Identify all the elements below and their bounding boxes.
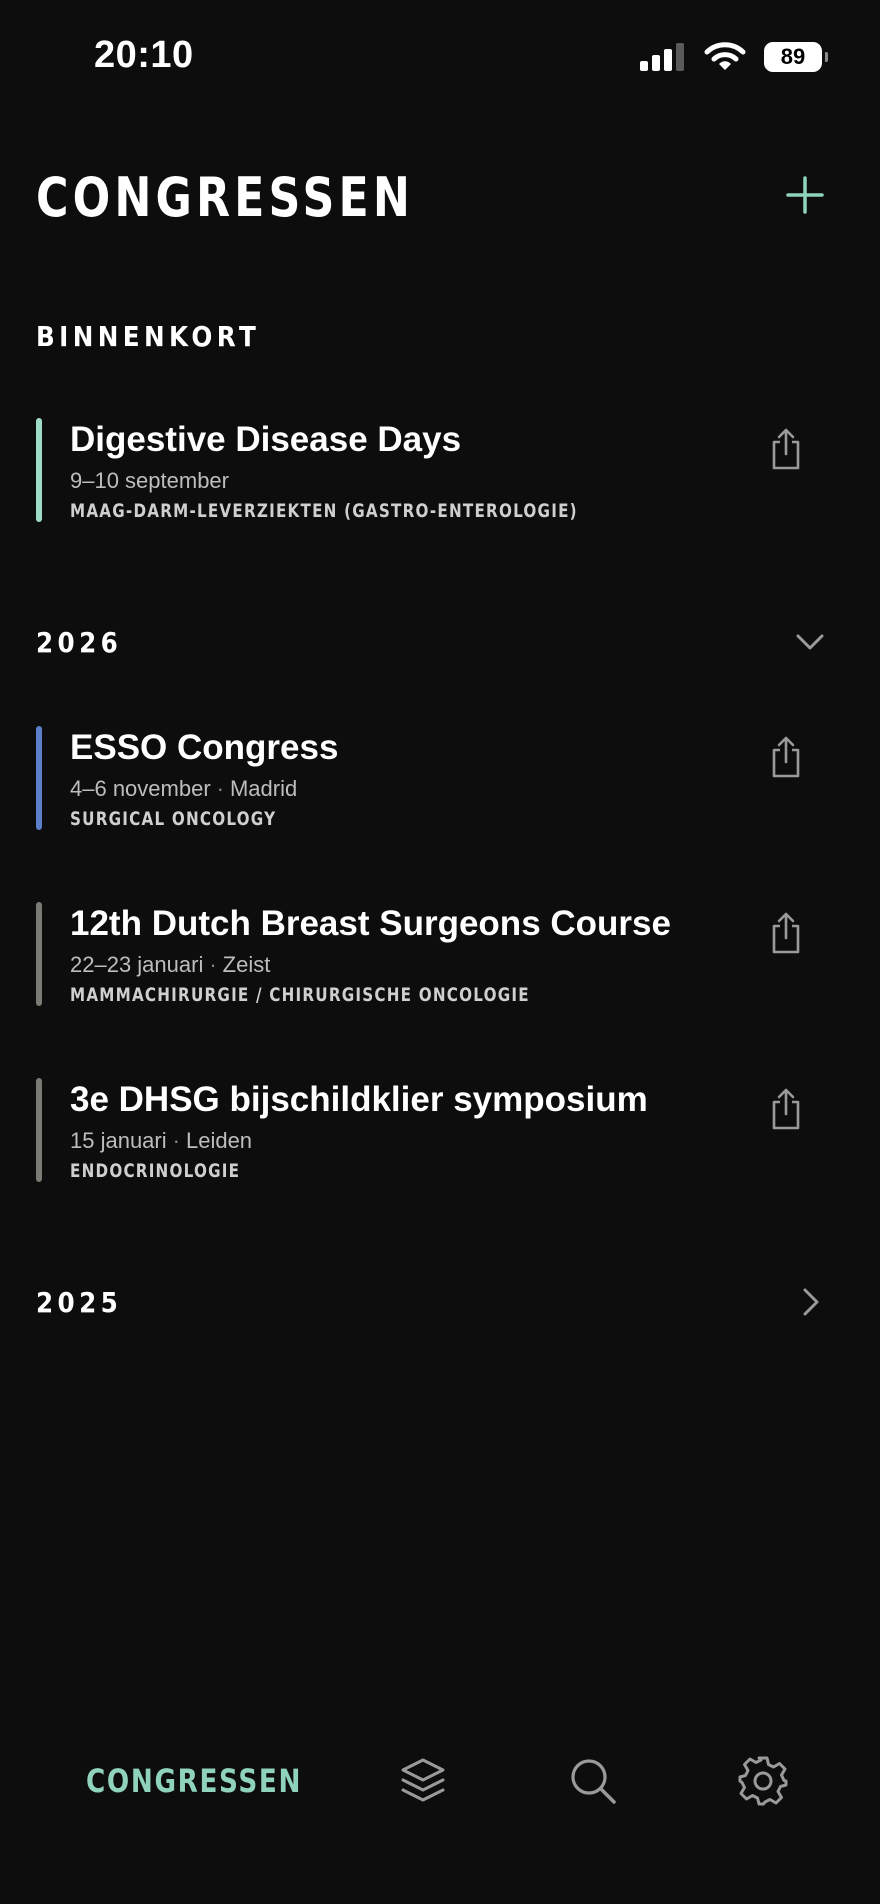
gear-icon xyxy=(738,1756,788,1806)
congress-item-dhsg-bijschildklier-symposium[interactable]: 3e DHSG bijschildklier symposium 15 janu… xyxy=(36,1078,840,1182)
section-header-2025: 2025 xyxy=(36,1286,123,1319)
congress-location: Madrid xyxy=(229,776,298,801)
status-bar: 20:10 89 xyxy=(0,0,880,110)
category-color-bar xyxy=(36,1078,42,1182)
share-button[interactable] xyxy=(766,734,806,780)
page-title: CONGRESSEN xyxy=(36,166,414,229)
status-time: 20:10 xyxy=(94,34,194,76)
tab-collections[interactable] xyxy=(396,1754,450,1808)
collapse-2026-button[interactable] xyxy=(790,622,830,662)
congress-item-esso-congress[interactable]: ESSO Congress 4–6 november · Madrid SURGIC… xyxy=(36,726,840,830)
share-icon xyxy=(772,1088,800,1130)
congress-title: ESSO Congress xyxy=(70,728,339,767)
congress-item-dutch-breast-surgeons-course[interactable]: 12th Dutch Breast Surgeons Course 22–23 … xyxy=(36,902,840,1006)
congress-meta: 4–6 november · Madrid xyxy=(70,776,297,802)
congress-date: 22–23 januari xyxy=(70,952,204,977)
congress-title: 3e DHSG bijschildklier symposium xyxy=(70,1080,648,1119)
category-color-bar xyxy=(36,902,42,1006)
section-header-upcoming: BINNENKORT xyxy=(36,320,261,353)
congress-location: Zeist xyxy=(222,952,271,977)
congress-date: 9–10 september xyxy=(70,468,229,493)
add-congress-button[interactable] xyxy=(780,170,830,220)
share-button[interactable] xyxy=(766,1086,806,1132)
share-icon xyxy=(772,428,800,470)
tab-settings[interactable] xyxy=(736,1754,790,1808)
tab-bar: CONGRESSEN xyxy=(0,1740,880,1860)
meta-separator: · xyxy=(172,1128,180,1153)
meta-separator: · xyxy=(216,776,224,801)
category-color-bar xyxy=(36,726,42,830)
meta-separator: · xyxy=(209,952,217,977)
share-button[interactable] xyxy=(766,910,806,956)
expand-2025-button[interactable] xyxy=(790,1282,830,1322)
battery-indicator: 89 xyxy=(764,42,828,72)
tab-congressen[interactable]: CONGRESSEN xyxy=(86,1762,302,1800)
congress-item-digestive-disease-days[interactable]: Digestive Disease Days 9–10 september MA… xyxy=(36,418,840,522)
congress-meta: 15 januari · Leiden xyxy=(70,1128,252,1154)
section-header-2026: 2026 xyxy=(36,626,123,659)
congress-category: ENDOCRINOLOGIE xyxy=(70,1160,241,1182)
congress-category: MAMMACHIRURGIE / CHIRURGISCHE ONCOLOGIE xyxy=(70,984,530,1006)
congress-date: 15 januari xyxy=(70,1128,167,1153)
congress-title: 12th Dutch Breast Surgeons Course xyxy=(70,904,671,943)
share-button[interactable] xyxy=(766,426,806,472)
status-icons: 89 xyxy=(640,42,828,72)
congress-category: MAAG-DARM-LEVERZIEKTEN (GASTRO-ENTEROLOG… xyxy=(70,500,578,522)
congress-meta: 22–23 januari · Zeist xyxy=(70,952,270,978)
share-icon xyxy=(772,736,800,778)
congress-location: Leiden xyxy=(185,1128,253,1153)
share-icon xyxy=(772,912,800,954)
wifi-icon xyxy=(704,42,746,70)
cellular-signal-icon xyxy=(640,43,684,71)
chevron-right-icon xyxy=(803,1288,819,1316)
chevron-down-icon xyxy=(796,634,824,650)
congress-category: SURGICAL ONCOLOGY xyxy=(70,808,277,830)
plus-icon xyxy=(786,176,824,214)
search-icon xyxy=(571,1759,616,1804)
congress-meta: 9–10 september xyxy=(70,468,229,494)
congress-title: Digestive Disease Days xyxy=(70,420,462,459)
tab-search[interactable] xyxy=(566,1754,620,1808)
category-color-bar xyxy=(36,418,42,522)
congress-date: 4–6 november xyxy=(70,776,211,801)
layers-icon xyxy=(401,1758,445,1802)
